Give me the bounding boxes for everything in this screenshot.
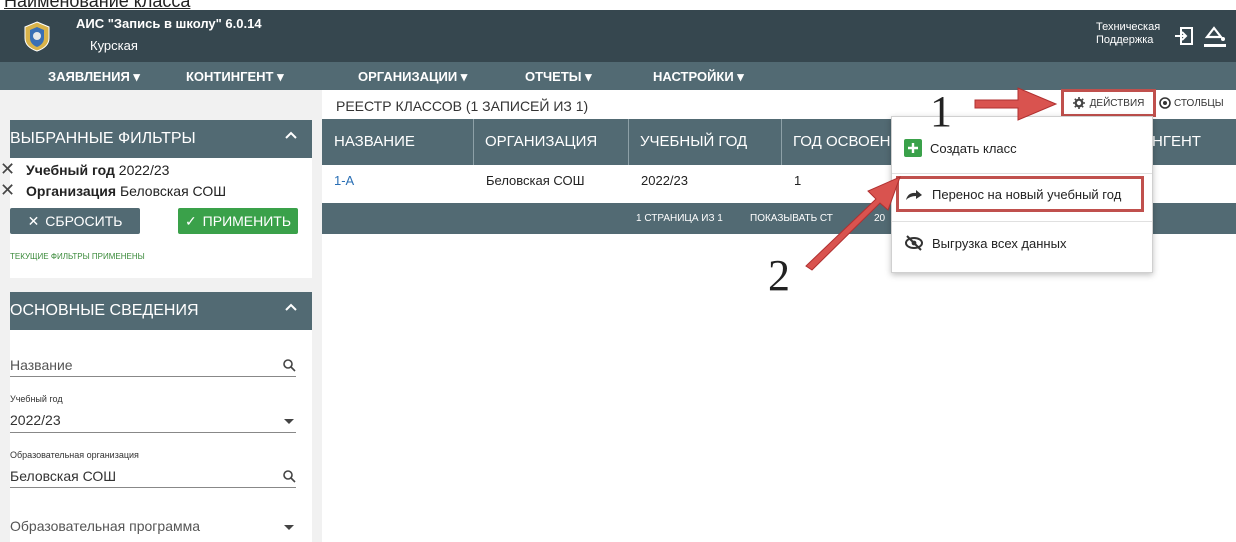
step-marker-2: 2 bbox=[768, 251, 790, 300]
arrow-to-actions bbox=[974, 87, 1058, 121]
step-marker-1: 1 bbox=[930, 87, 952, 136]
arrow-to-transfer bbox=[805, 176, 901, 271]
page: Наименование класса АИС "Запись в школу"… bbox=[0, 0, 1236, 542]
annotation-arrows bbox=[805, 87, 1058, 271]
